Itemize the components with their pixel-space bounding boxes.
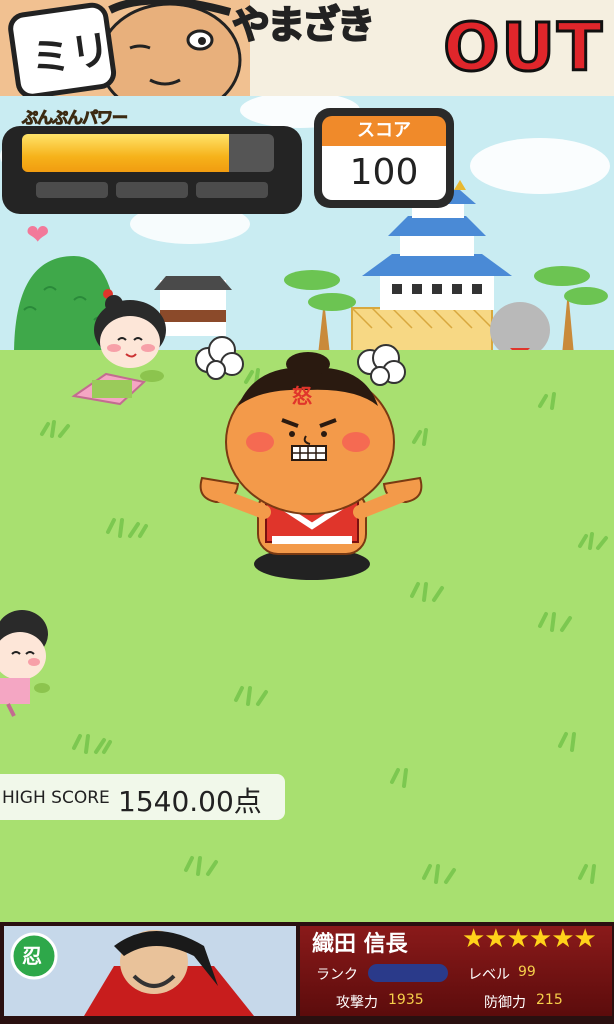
power-meter-fill bbox=[22, 134, 229, 172]
card-clan-badge: 忍 bbox=[22, 944, 42, 968]
power-meter-track bbox=[22, 134, 274, 172]
card-defense-label: 防御力 bbox=[484, 995, 526, 1011]
flying-princess-character[interactable] bbox=[0, 604, 56, 722]
card-rank-orbs bbox=[368, 964, 448, 982]
card-attack-value: 1935 bbox=[388, 992, 424, 1008]
banner-badge-text: ミリ bbox=[27, 26, 114, 84]
card-rank-label: ランク bbox=[316, 967, 358, 983]
angry-yamazaki-character[interactable]: 怒 bbox=[196, 350, 426, 586]
banner-logo: やまざき OUT bbox=[231, 0, 614, 96]
power-segment bbox=[36, 182, 108, 198]
card-attack-label: 攻撃力 bbox=[336, 995, 378, 1011]
banner-logo-out: OUT bbox=[442, 8, 604, 88]
flying-princess-character[interactable] bbox=[66, 286, 182, 410]
heart-icon: ❤ bbox=[26, 218, 50, 251]
card-character-name: 織田 信長 bbox=[312, 932, 408, 957]
card-rarity-stars: ★★★★★★ bbox=[462, 924, 597, 954]
score-value: 100 bbox=[322, 146, 446, 200]
power-segment bbox=[116, 182, 188, 198]
banner-logo-text: やまざき bbox=[231, 3, 376, 47]
score-label: スコア bbox=[322, 116, 446, 146]
card-portrait: 忍 bbox=[4, 926, 296, 1016]
high-score-label: HIGH SCORE bbox=[2, 788, 110, 808]
anger-mark-text: 怒 bbox=[292, 384, 312, 408]
card-level-label: レベル bbox=[468, 967, 510, 983]
banner-character-art: ミリ bbox=[0, 0, 250, 96]
power-label: ぷんぷんパワー bbox=[21, 108, 128, 128]
power-segment bbox=[196, 182, 268, 198]
ad-banner[interactable]: ミリ やまざき OUT bbox=[0, 0, 614, 96]
card-defense-value: 215 bbox=[536, 992, 563, 1008]
card-level-value: 99 bbox=[518, 964, 536, 980]
high-score-value: 1540.00点 bbox=[118, 785, 262, 818]
